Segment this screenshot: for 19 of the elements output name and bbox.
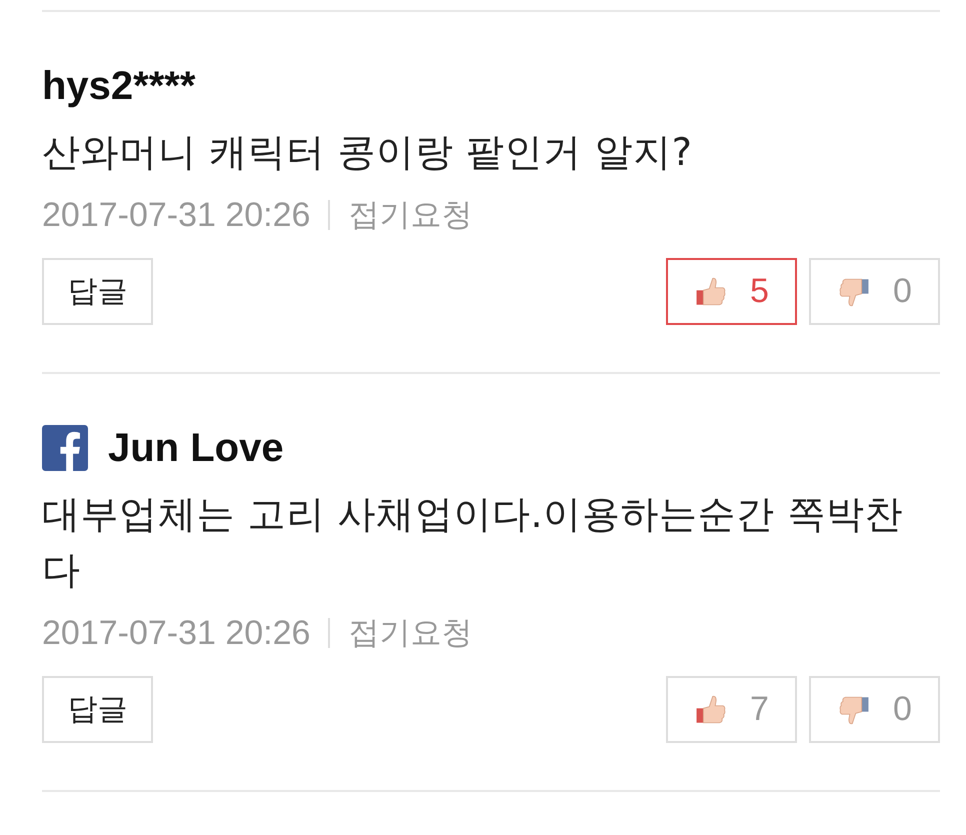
- dislike-button[interactable]: 0: [809, 676, 940, 743]
- author-name: Jun Love: [108, 426, 284, 470]
- report-link[interactable]: 접기요청: [348, 194, 472, 236]
- vote-count: 7: [750, 690, 769, 729]
- vote-count: 0: [893, 690, 912, 729]
- report-link[interactable]: 접기요청: [348, 612, 472, 654]
- author-name: hys2****: [42, 64, 196, 108]
- facebook-icon: [42, 425, 88, 471]
- reply-button[interactable]: 답글: [42, 258, 153, 325]
- comment-text: 대부업체는 고리 사채업이다.이용하는순간 쪽박찬다: [42, 491, 904, 594]
- like-button[interactable]: 7: [666, 676, 797, 743]
- vote-count: 5: [750, 272, 769, 311]
- like-button[interactable]: 5: [666, 258, 797, 325]
- comment-time: 2017-07-31 20:26: [42, 614, 310, 652]
- vote-count: 0: [893, 272, 912, 311]
- dislike-button[interactable]: 0: [809, 258, 940, 325]
- comment-time: 2017-07-31 20:26: [42, 196, 310, 234]
- comment-text: 산와머니 캐릭터 콩이랑 팥인거 알지?: [42, 129, 694, 176]
- reply-button[interactable]: 답글: [42, 676, 153, 743]
